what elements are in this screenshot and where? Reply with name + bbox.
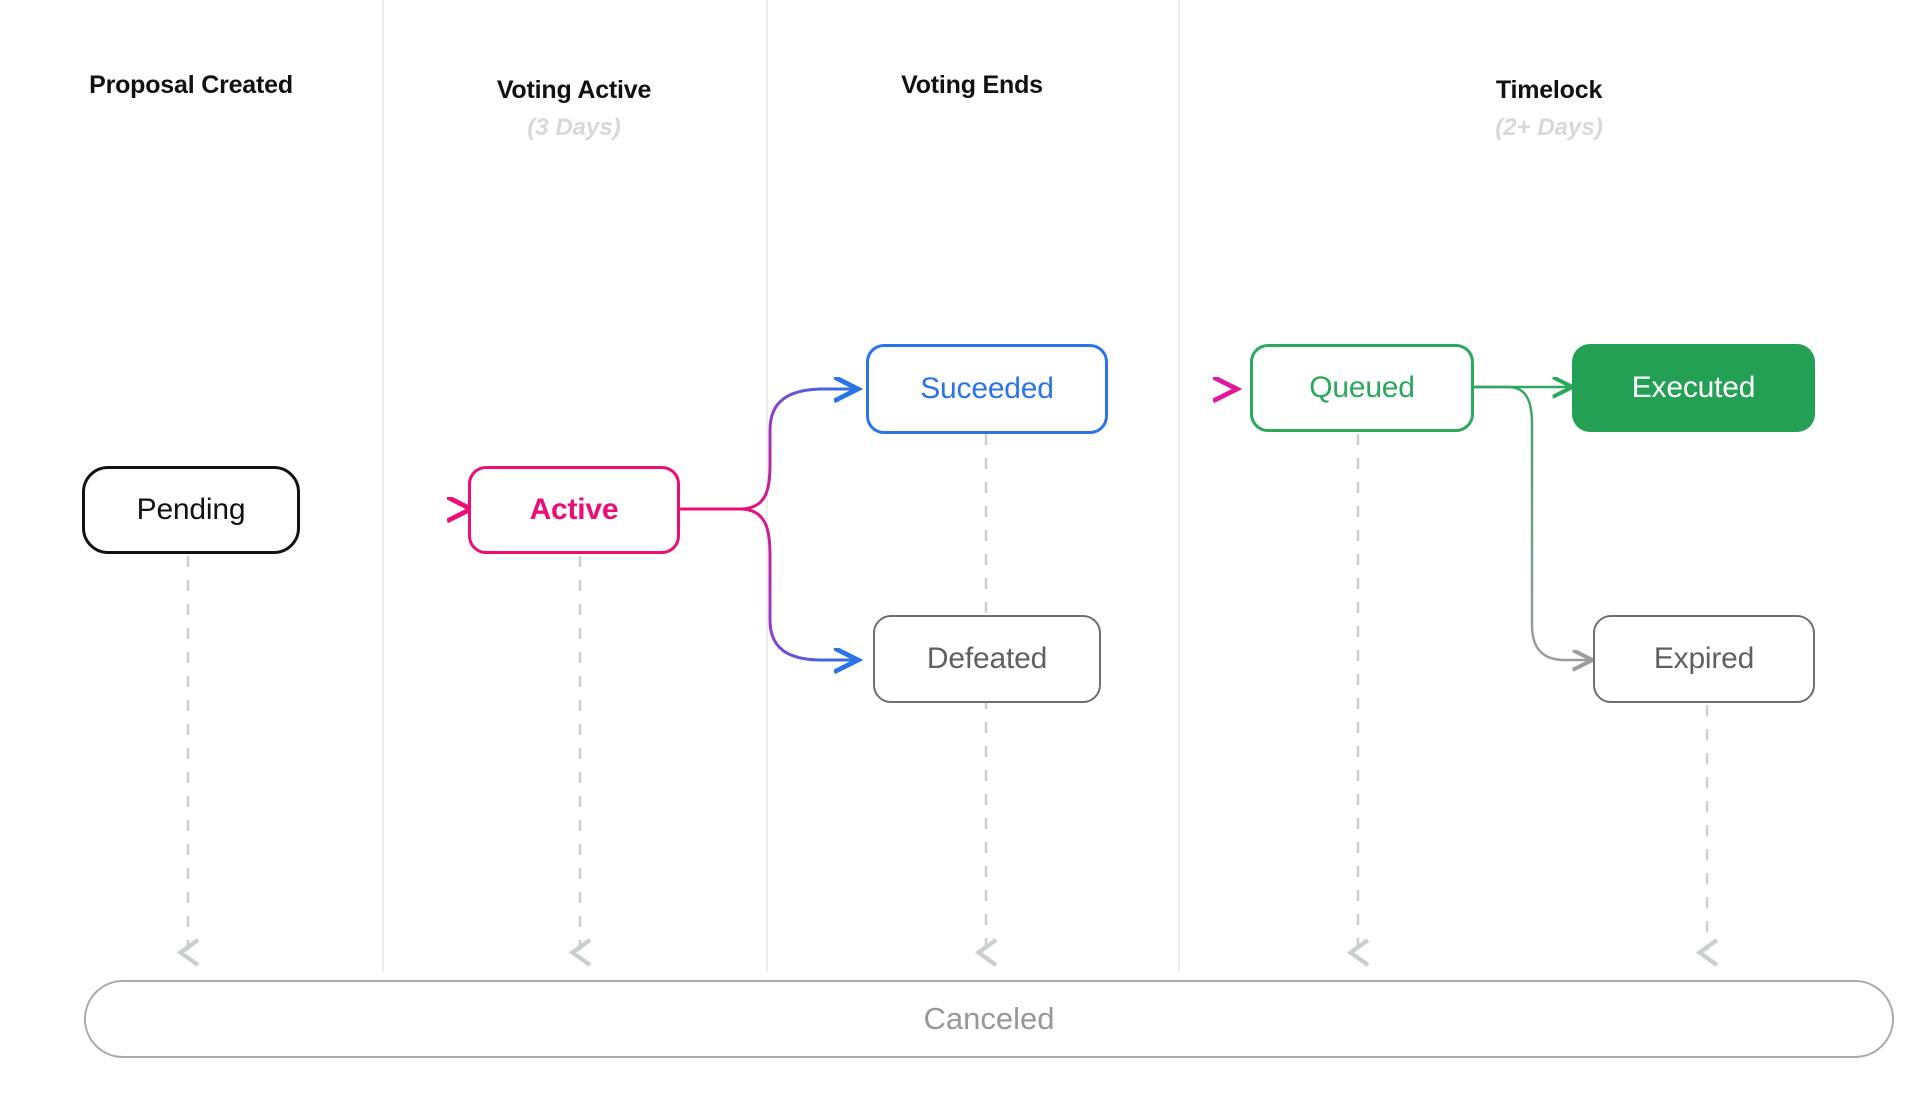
state-node-label: Suceeded (920, 372, 1054, 405)
state-node-canceled[interactable]: Canceled (84, 980, 1894, 1058)
state-node-defeated[interactable]: Defeated (873, 615, 1101, 703)
state-node-expired[interactable]: Expired (1593, 615, 1815, 703)
state-node-label: Queued (1309, 371, 1415, 404)
phase-title: Voting Active (496, 76, 652, 104)
state-node-label: Defeated (926, 642, 1048, 675)
state-node-pending[interactable]: Pending (82, 466, 300, 554)
edge-queued-to-expired (1474, 385, 1590, 660)
phase-divider-2 (766, 0, 768, 972)
phase-divider-3 (1178, 0, 1180, 972)
phase-header-voting-ends: Voting Ends (766, 71, 1178, 100)
state-node-label: Expired (1653, 642, 1755, 675)
phase-header-timelock: Timelock (2+ Days) (1178, 76, 1920, 141)
state-node-active[interactable]: Active (468, 466, 680, 554)
edge-active-to-defeated (739, 507, 855, 660)
diagram-canvas: Proposal Created Voting Active (3 Days) … (0, 0, 1920, 1119)
phase-duration: (3 Days) (527, 113, 621, 141)
state-node-label: Executed (1631, 371, 1756, 404)
phase-header-proposal-created: Proposal Created (0, 71, 382, 100)
edge-active-to-succeeded (739, 389, 855, 511)
phase-divider-1 (382, 0, 384, 972)
phase-header-voting-active: Voting Active (3 Days) (382, 76, 766, 141)
state-node-label: Canceled (923, 1001, 1055, 1036)
state-node-queued[interactable]: Queued (1250, 344, 1474, 432)
state-node-label: Pending (136, 493, 246, 526)
phase-title: Timelock (1495, 76, 1603, 104)
state-node-succeeded[interactable]: Suceeded (866, 344, 1108, 434)
edge-layer (176, 0, 1719, 967)
phase-duration: (2+ Days) (1495, 113, 1603, 141)
state-node-executed[interactable]: Executed (1572, 344, 1815, 432)
phase-title: Voting Ends (901, 71, 1043, 99)
state-node-label: Active (529, 493, 619, 526)
phase-title: Proposal Created (89, 71, 293, 99)
